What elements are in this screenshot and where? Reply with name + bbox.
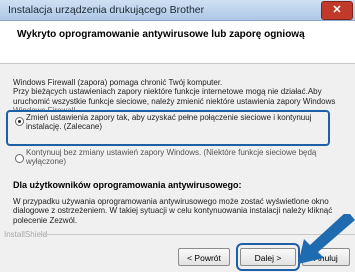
close-button[interactable]: ✕ — [321, 1, 353, 20]
radio-keep-firewall[interactable] — [15, 154, 24, 163]
option-keep-line: wyłączone) — [26, 157, 67, 167]
option-change-label: Zmień ustawienia zapory tak, aby uzyskać… — [26, 113, 326, 132]
dialog-heading: Wykryto oprogramowanie antywirusowe lub … — [17, 29, 305, 40]
installer-window: Instalacja urządzenia drukującego Brothe… — [0, 0, 355, 272]
option-keep-label: Kontynuuj bez zmiany ustawień zapory Win… — [26, 148, 331, 167]
dialog-header: Wykryto oprogramowanie antywirusowe lub … — [0, 21, 355, 64]
option-change-line: Zmień ustawienia zapory tak, aby uzyskać… — [26, 113, 312, 122]
window-title: Instalacja urządzenia drukującego Brothe… — [8, 4, 205, 16]
next-button-highlight — [236, 243, 300, 271]
option-keep-line: Kontynuuj bez zmiany ustawień zapory Win… — [26, 148, 317, 157]
radio-change-firewall[interactable] — [15, 117, 24, 126]
intro-line: Windows Firewall (zapora) pomaga chronić… — [13, 78, 223, 87]
antivirus-heading: Dla użytkowników oprogramowania antywiru… — [13, 180, 242, 190]
intro-line: Przy bieżących ustawieniach zapory niekt… — [13, 87, 322, 97]
back-button[interactable]: < Powrót — [178, 248, 230, 266]
close-icon: ✕ — [332, 4, 342, 16]
option-change-line: instalację. (Zalecane) — [26, 122, 103, 132]
title-bar: Instalacja urządzenia drukującego Brothe… — [0, 0, 355, 21]
antivirus-line: W przypadku używania oprogramowania anty… — [13, 197, 329, 206]
intro-line: uruchomić wszystkie funkcje sieciowe, na… — [13, 96, 336, 106]
firewall-intro: Windows Firewall (zapora) pomaga chronić… — [13, 78, 343, 111]
pointer-arrow-icon — [298, 214, 355, 264]
